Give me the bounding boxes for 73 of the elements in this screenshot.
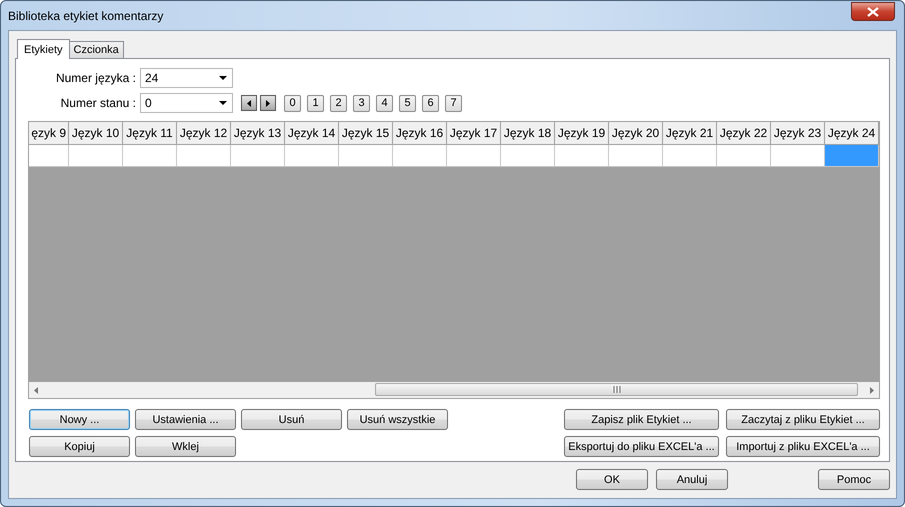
dropdown-arrow-icon — [219, 101, 227, 105]
table-cell[interactable] — [663, 145, 717, 167]
table-cell[interactable] — [69, 145, 123, 167]
state-button[interactable]: 6 — [422, 94, 439, 112]
field-label: Numer języka : — [54, 71, 137, 85]
column-header: Język 16 — [393, 122, 447, 145]
field-label: Numer stanu : — [60, 96, 137, 110]
action-button[interactable]: Kopiuj — [29, 436, 130, 457]
scroll-right-icon[interactable] — [870, 386, 874, 394]
previous-button[interactable] — [241, 95, 257, 111]
state-button[interactable]: 4 — [376, 94, 393, 112]
tab[interactable]: Czcionka — [68, 41, 124, 58]
column-header: Język 20 — [609, 122, 663, 145]
column-header: Język 18 — [501, 122, 555, 145]
state-button[interactable]: 2 — [330, 94, 347, 112]
action-button[interactable]: Usuń — [241, 409, 342, 430]
right-triangle-icon — [266, 100, 270, 106]
file-button[interactable]: Zapisz plik Etykiet ... — [564, 409, 719, 430]
state-button[interactable]: 0 — [284, 94, 301, 112]
table-cell[interactable] — [771, 145, 825, 167]
table-cell[interactable] — [447, 145, 501, 167]
table-cell[interactable] — [123, 145, 177, 167]
file-button[interactable]: Importuj z pliku EXCEL'a ... — [726, 436, 880, 457]
action-button[interactable]: Ustawienia ... — [135, 409, 236, 430]
table-cell[interactable] — [501, 145, 555, 167]
column-header: ęzyk 9 — [29, 122, 69, 145]
language-dropdown[interactable]: 24 — [140, 68, 233, 88]
dialog-button[interactable]: Anuluj — [656, 469, 728, 490]
column-header: Język 15 — [339, 122, 393, 145]
column-header: Język 10 — [69, 122, 123, 145]
column-header: Język 13 — [231, 122, 285, 145]
close-button[interactable] — [851, 2, 895, 21]
table-cell[interactable] — [609, 145, 663, 167]
file-button[interactable]: Zaczytaj z pliku Etykiet ... — [726, 409, 880, 430]
grip-icon — [612, 386, 620, 393]
state-button[interactable]: 5 — [399, 94, 416, 112]
dropdown-arrow-icon — [219, 76, 227, 80]
file-button[interactable]: Eksportuj do pliku EXCEL'a ... — [564, 436, 719, 457]
horizontal-scrollbar[interactable] — [29, 382, 879, 398]
dialog-button[interactable]: Pomoc — [818, 469, 890, 490]
table-cell[interactable] — [717, 145, 771, 167]
column-header: Język 24 — [825, 122, 879, 145]
column-header: Język 14 — [285, 122, 339, 145]
left-triangle-icon — [247, 100, 251, 106]
action-button[interactable]: Nowy ... — [29, 409, 130, 430]
table-cell[interactable] — [231, 145, 285, 167]
column-header: Język 12 — [177, 122, 231, 145]
table-cell[interactable] — [393, 145, 447, 167]
table-cell[interactable] — [177, 145, 231, 167]
action-button[interactable]: Usuń wszystkie — [347, 409, 448, 430]
column-header: Język 21 — [663, 122, 717, 145]
state-dropdown[interactable]: 0 — [140, 93, 233, 113]
table-cell[interactable] — [339, 145, 393, 167]
table-cell[interactable] — [29, 145, 69, 167]
dialog-button[interactable]: OK — [576, 469, 648, 490]
state-button[interactable]: 7 — [445, 94, 462, 112]
window-title: Biblioteka etykiet komentarzy — [8, 8, 164, 22]
next-button[interactable] — [260, 95, 276, 111]
table-cell[interactable] — [825, 145, 879, 167]
column-header: Język 19 — [555, 122, 609, 145]
tab[interactable]: Etykiety — [17, 39, 70, 59]
table-cell[interactable] — [555, 145, 609, 167]
action-button[interactable]: Wklej — [135, 436, 236, 457]
column-header: Język 22 — [717, 122, 771, 145]
column-header: Język 11 — [123, 122, 177, 145]
close-icon — [867, 6, 879, 16]
scroll-left-icon[interactable] — [34, 386, 38, 394]
state-button[interactable]: 3 — [353, 94, 370, 112]
scrollbar-thumb[interactable] — [375, 383, 858, 396]
column-header: Język 23 — [771, 122, 825, 145]
table-cell[interactable] — [285, 145, 339, 167]
state-button[interactable]: 1 — [307, 94, 324, 112]
column-header: Język 17 — [447, 122, 501, 145]
